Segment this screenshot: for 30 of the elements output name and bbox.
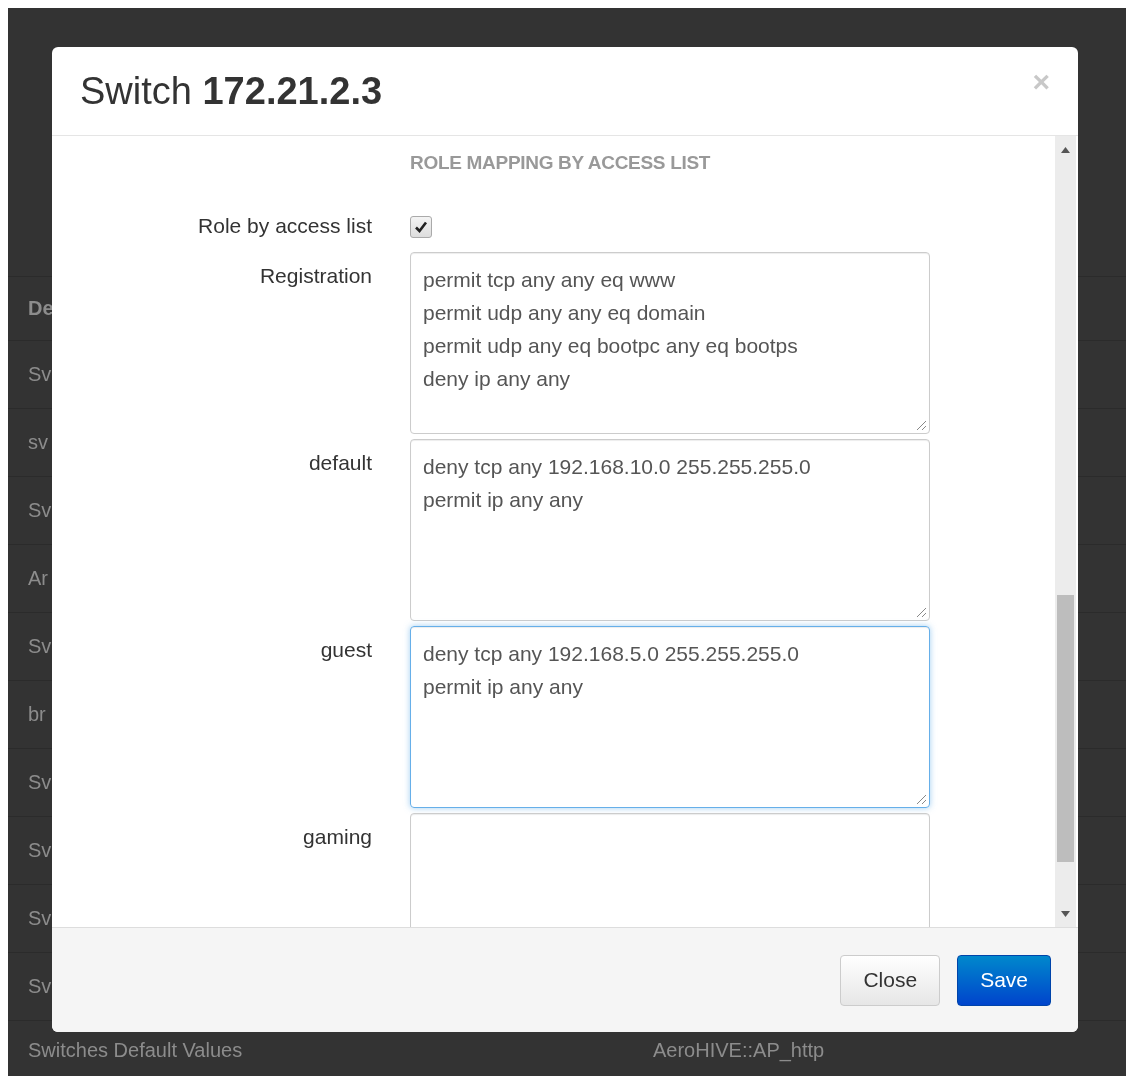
table-cell: br xyxy=(28,703,46,726)
close-button[interactable]: Close xyxy=(840,954,941,1006)
table-cell: Sv xyxy=(28,635,52,658)
field-label: Registration xyxy=(259,263,372,289)
text-area[interactable]: permit tcp any any eq www permit udp any any eq domain permit udp any eq bootpc any eq bootps deny ip any any xyxy=(410,252,930,434)
checkbox[interactable] xyxy=(410,216,432,238)
resize-grip-icon[interactable] xyxy=(915,793,927,805)
field-label: guest xyxy=(320,637,372,663)
field-label: gaming xyxy=(303,824,372,850)
section-heading: ROLE MAPPING BY ACCESS LIST xyxy=(410,152,712,174)
table-cell: Sv xyxy=(28,771,52,794)
table-cell: Switches Default Values xyxy=(28,1039,243,1062)
table-cell-text: AeroHIVE::AP_http xyxy=(653,1039,826,1062)
text-area[interactable]: deny tcp any 192.168.10.0 255.255.255.0 permit ip any any xyxy=(410,439,930,621)
table-header: De xyxy=(28,297,54,320)
text-area[interactable]: deny tcp any 192.168.5.0 255.255.255.0 permit ip any any xyxy=(410,626,930,808)
check-icon xyxy=(414,220,428,234)
table-cell: Sv xyxy=(28,363,52,386)
resize-grip-icon[interactable] xyxy=(915,419,927,431)
table-cell: Sv xyxy=(28,975,52,998)
resize-grip-icon[interactable] xyxy=(915,606,927,618)
field-label: default xyxy=(308,450,372,476)
dialog-title: Switch 172.21.2.3 xyxy=(80,69,383,113)
table-cell: sv xyxy=(28,431,48,454)
table-cell: Sv xyxy=(28,907,52,930)
table-cell: Sv xyxy=(28,839,52,862)
field-label: Role by access list xyxy=(198,214,372,238)
table-cell: Sv xyxy=(28,499,52,522)
table-cell: Ar xyxy=(28,567,48,590)
save-button[interactable]: Save xyxy=(957,954,1051,1006)
